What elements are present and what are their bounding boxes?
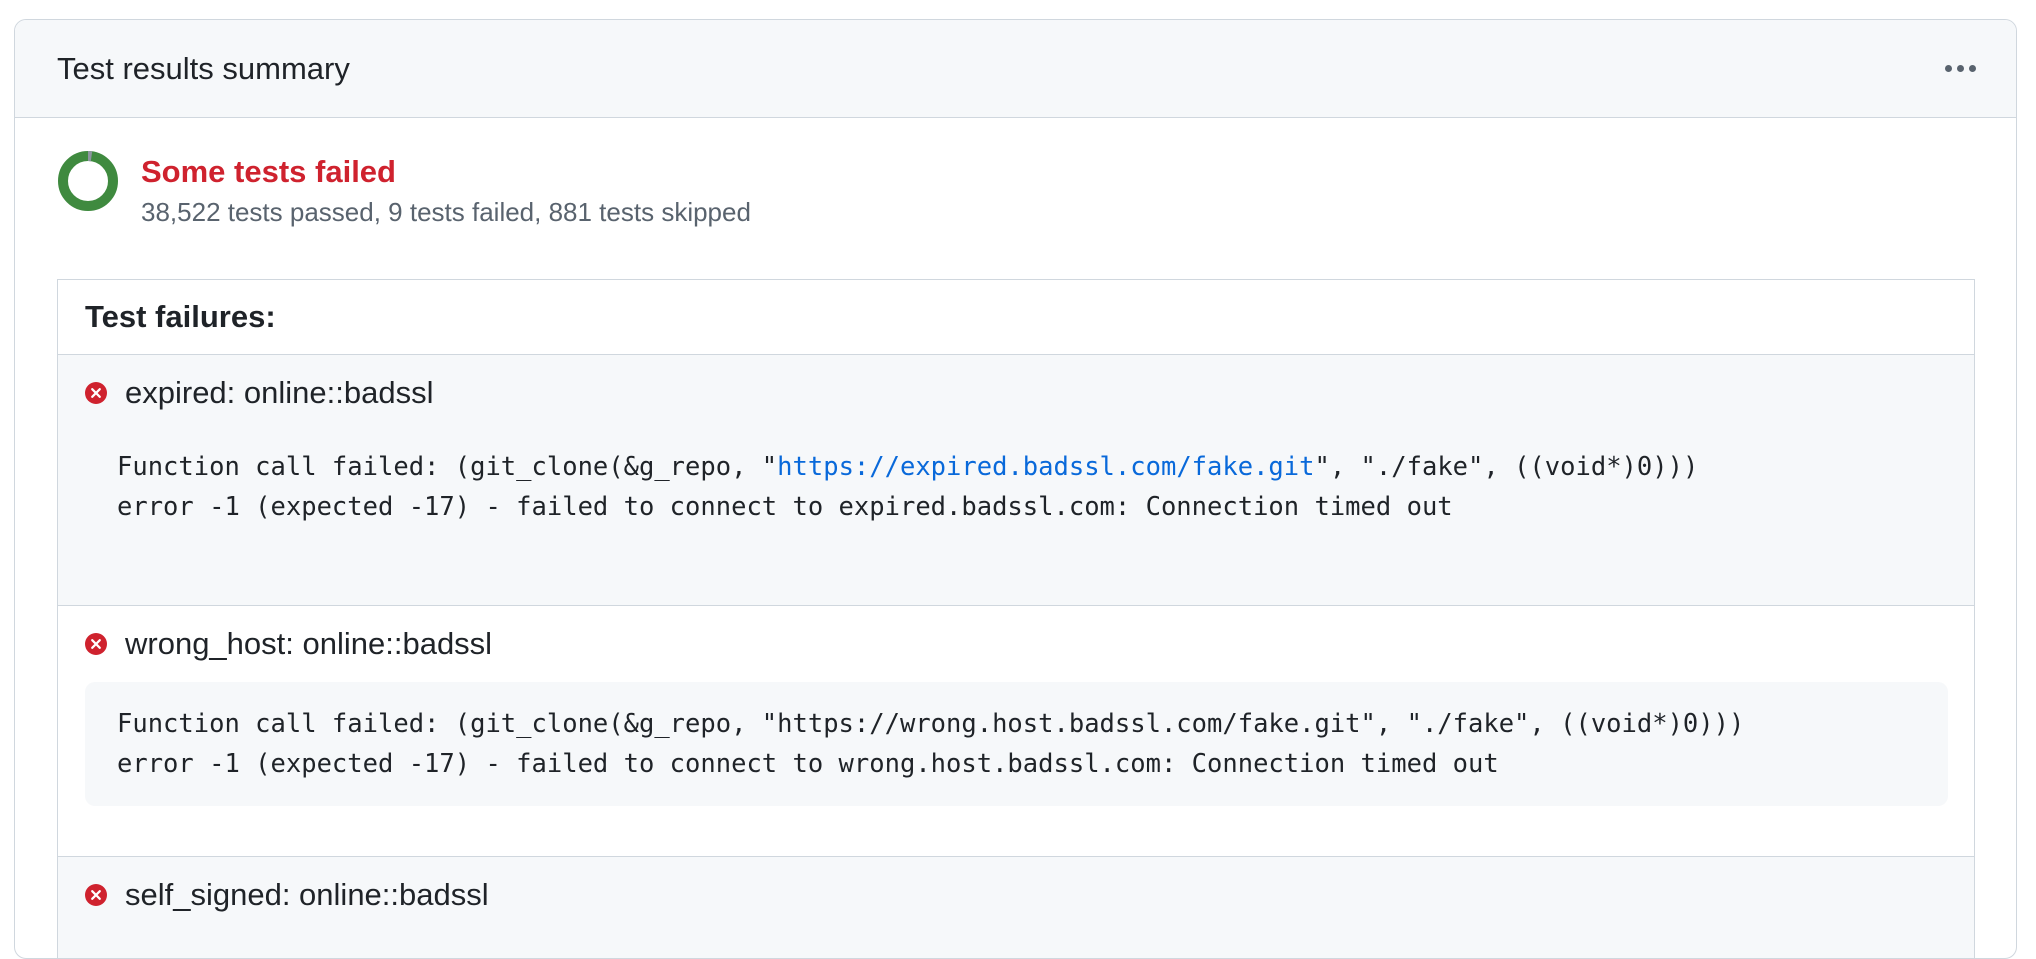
- failure-item: expired: online::badssl Function call fa…: [58, 355, 1974, 606]
- output-text: Function call failed: (git_clone(&g_repo…: [117, 709, 1745, 739]
- status-title: Some tests failed: [141, 154, 396, 189]
- output-text: Function call failed: (git_clone(&g_repo…: [117, 452, 778, 482]
- summary: Some tests failed 38,522 tests passed, 9…: [57, 150, 751, 230]
- failure-name: self_signed: online::badssl: [125, 877, 489, 912]
- failure-output: Function call failed: (git_clone(&g_repo…: [85, 682, 1948, 806]
- x-circle-fill-icon: [85, 884, 107, 906]
- test-results-card: Test results summary Some tests failed 3…: [14, 19, 2017, 959]
- output-text: ", "./fake", ((void*)0))): [1314, 452, 1699, 482]
- x-circle-fill-icon: [85, 382, 107, 404]
- failure-item: wrong_host: online::badssl Function call…: [58, 606, 1974, 857]
- output-text: error -1 (expected -17) - failed to conn…: [117, 749, 1499, 779]
- failure-name: wrong_host: online::badssl: [125, 626, 493, 661]
- test-failures-header: Test failures:: [58, 280, 1974, 355]
- repo-url-link[interactable]: https://expired.badssl.com/fake.git: [777, 452, 1314, 482]
- failure-name-row[interactable]: expired: online::badssl: [58, 355, 1974, 431]
- x-circle-fill-icon: [85, 633, 107, 655]
- donut-chart-icon: [58, 151, 118, 211]
- failure-item: self_signed: online::badssl: [58, 857, 1974, 958]
- card-header: Test results summary: [15, 20, 2016, 118]
- card-title: Test results summary: [57, 50, 350, 86]
- test-failures-heading: Test failures:: [85, 299, 276, 334]
- test-failures-panel: Test failures: expired: online::badssl F…: [57, 279, 1975, 958]
- failure-name: expired: online::badssl: [125, 375, 434, 410]
- failure-name-row[interactable]: self_signed: online::badssl: [58, 857, 1974, 933]
- output-text: error -1 (expected -17) - failed to conn…: [117, 492, 1453, 522]
- status-detail: 38,522 tests passed, 9 tests failed, 881…: [141, 197, 751, 227]
- failure-output: Function call failed: (git_clone(&g_repo…: [85, 431, 1948, 549]
- failure-name-row[interactable]: wrong_host: online::badssl: [58, 606, 1974, 682]
- kebab-horizontal-icon[interactable]: [1937, 57, 1984, 80]
